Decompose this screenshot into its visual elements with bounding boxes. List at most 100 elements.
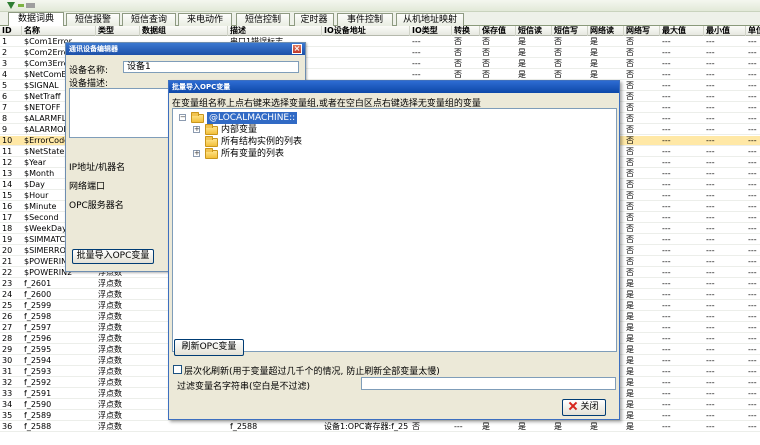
tree-node-all-variables[interactable]: + 所有变量的列表 bbox=[191, 148, 391, 160]
cell-nwrite: 否 bbox=[626, 169, 634, 178]
cell-conv: --- bbox=[454, 422, 463, 431]
tree-node-struct-instances[interactable]: 所有结构实例的列表 bbox=[191, 136, 391, 148]
device-name-input[interactable]: 设备1 bbox=[123, 61, 299, 73]
column-header-id[interactable]: ID bbox=[0, 26, 22, 36]
tab-timer[interactable]: 定时器 bbox=[294, 13, 334, 26]
cell-max: --- bbox=[662, 323, 671, 332]
close-button[interactable]: 关闭 bbox=[562, 399, 606, 416]
column-header-sms-read[interactable]: 短信读 bbox=[516, 26, 552, 36]
cell-unit: --- bbox=[748, 191, 757, 200]
cell-group bbox=[140, 422, 228, 432]
tab-slave-address-map[interactable]: 从机地址映射 bbox=[396, 13, 464, 26]
tab-sms-alarm[interactable]: 短信报警 bbox=[66, 13, 120, 26]
cell-name: f_2593 bbox=[24, 367, 52, 376]
cell-nwrite: 否 bbox=[626, 202, 634, 211]
device-description-field[interactable] bbox=[69, 88, 169, 138]
expand-icon[interactable]: + bbox=[193, 126, 200, 133]
tab-call-action[interactable]: 来电动作 bbox=[178, 13, 232, 26]
cell-max: --- bbox=[662, 180, 671, 189]
folder-icon bbox=[205, 136, 218, 147]
cell-min: --- bbox=[706, 125, 715, 134]
main-tab-bar: 数据词典 短信报警 短信查询 来电动作 短信控制 定时器 事件控制 从机地址映射 bbox=[0, 12, 760, 27]
cell-min: --- bbox=[706, 103, 715, 112]
column-header-description[interactable]: 描述 bbox=[228, 26, 322, 36]
cell-swrite: 否 bbox=[554, 59, 562, 68]
cell-min: --- bbox=[706, 213, 715, 222]
cell-iotype: --- bbox=[412, 70, 421, 79]
cell-nread: 是 bbox=[590, 59, 598, 68]
tab-event-control[interactable]: 事件控制 bbox=[337, 13, 393, 26]
cell-min: --- bbox=[706, 279, 715, 288]
device-editor-close-icon[interactable]: × bbox=[292, 44, 302, 54]
cell-id: 24 bbox=[2, 290, 13, 299]
table-row[interactable]: 36 f_2588 浮点数 f_2588 设备1:OPC寄存器:f_25 FLOAT32… bbox=[0, 422, 760, 432]
cell-id: 8 bbox=[2, 114, 8, 123]
opc-variable-tree[interactable]: − @LOCALMACHINE:: + 内部变量 所有结构实例的列表 + 所有变… bbox=[172, 108, 617, 352]
cell-nwrite: 是 bbox=[626, 367, 634, 376]
refresh-opc-button[interactable]: 刷新OPC变量 bbox=[174, 339, 244, 356]
cell-nwrite: 否 bbox=[626, 268, 634, 277]
batch-import-opc-dialog: 批量导入OPC变量 在变量组名称上点右键来选择变量组,或者在空白区点右键选择无变… bbox=[168, 80, 620, 420]
cell-max: --- bbox=[662, 367, 671, 376]
column-header-min[interactable]: 最小值 bbox=[704, 26, 746, 36]
cell-iotype: --- bbox=[412, 59, 421, 68]
cell-min: --- bbox=[706, 323, 715, 332]
cell-save: 否 bbox=[482, 59, 490, 68]
cell-min: --- bbox=[706, 70, 715, 79]
column-header-io-type[interactable]: IO类型 bbox=[410, 26, 452, 36]
cell-max: --- bbox=[662, 169, 671, 178]
cell-unit: --- bbox=[748, 378, 757, 387]
tree-node-root-label[interactable]: @LOCALMACHINE:: bbox=[207, 112, 298, 124]
cell-name: f_2600 bbox=[24, 290, 52, 299]
column-header-save-value[interactable]: 保存值 bbox=[480, 26, 516, 36]
cell-min: --- bbox=[706, 37, 715, 46]
opc-server-label: OPC服务器名 bbox=[69, 201, 124, 211]
cell-id: 22 bbox=[2, 268, 13, 277]
column-header-group[interactable]: 数据组 bbox=[140, 26, 228, 36]
column-header-name[interactable]: 名称 bbox=[22, 26, 96, 36]
cell-nwrite: 否 bbox=[626, 92, 634, 101]
cell-type: 浮点数 bbox=[98, 290, 122, 299]
expand-icon[interactable]: + bbox=[193, 150, 200, 157]
column-header-max[interactable]: 最大值 bbox=[660, 26, 704, 36]
cell-name: f_2597 bbox=[24, 323, 52, 332]
tree-node-internal-variables[interactable]: + 内部变量 bbox=[191, 124, 391, 136]
cell-min: --- bbox=[706, 136, 715, 145]
column-header-net-write[interactable]: 网络写 bbox=[624, 26, 660, 36]
cell-nwrite: 否 bbox=[626, 257, 634, 266]
tree-node-label[interactable]: 所有结构实例的列表 bbox=[221, 136, 302, 148]
cell-nwrite: 否 bbox=[626, 213, 634, 222]
filter-input[interactable] bbox=[361, 377, 616, 390]
tree-node-root[interactable]: − @LOCALMACHINE:: bbox=[177, 112, 377, 124]
tab-data-dictionary[interactable]: 数据词典 bbox=[8, 12, 64, 27]
tab-sms-query[interactable]: 短信查询 bbox=[122, 13, 176, 26]
batch-import-opc-button[interactable]: 批量导入OPC变量 bbox=[72, 249, 154, 264]
network-port-label: 网络端口 bbox=[69, 182, 106, 192]
column-header-type[interactable]: 类型 bbox=[96, 26, 140, 36]
cell-max: --- bbox=[662, 103, 671, 112]
cell-name: f_2601 bbox=[24, 279, 52, 288]
column-header-sms-write[interactable]: 短信写 bbox=[552, 26, 588, 36]
column-header-io-address[interactable]: IO设备地址 bbox=[322, 26, 410, 36]
cell-unit: --- bbox=[748, 400, 757, 409]
cell-id: 29 bbox=[2, 345, 13, 354]
hierarchical-refresh-checkbox[interactable] bbox=[173, 365, 182, 374]
column-header-convert[interactable]: 转换 bbox=[452, 26, 480, 36]
cell-max: --- bbox=[662, 213, 671, 222]
cell-min: --- bbox=[706, 246, 715, 255]
cell-id: 28 bbox=[2, 334, 13, 343]
tree-node-label[interactable]: 内部变量 bbox=[221, 124, 257, 136]
column-header-unit[interactable]: 单位 bbox=[746, 26, 760, 36]
device-name-label: 设备名称: bbox=[69, 66, 109, 76]
cell-nwrite: 是 bbox=[626, 345, 634, 354]
cell-id: 32 bbox=[2, 378, 13, 387]
cell-unit: --- bbox=[748, 367, 757, 376]
cell-conv: 否 bbox=[454, 70, 462, 79]
cell-nwrite: 是 bbox=[626, 290, 634, 299]
tab-sms-control[interactable]: 短信控制 bbox=[236, 13, 290, 26]
cell-max: --- bbox=[662, 235, 671, 244]
collapse-icon[interactable]: − bbox=[179, 114, 186, 121]
cell-nwrite: 否 bbox=[626, 246, 634, 255]
tree-node-label[interactable]: 所有变量的列表 bbox=[221, 148, 284, 160]
column-header-net-read[interactable]: 网络读 bbox=[588, 26, 624, 36]
